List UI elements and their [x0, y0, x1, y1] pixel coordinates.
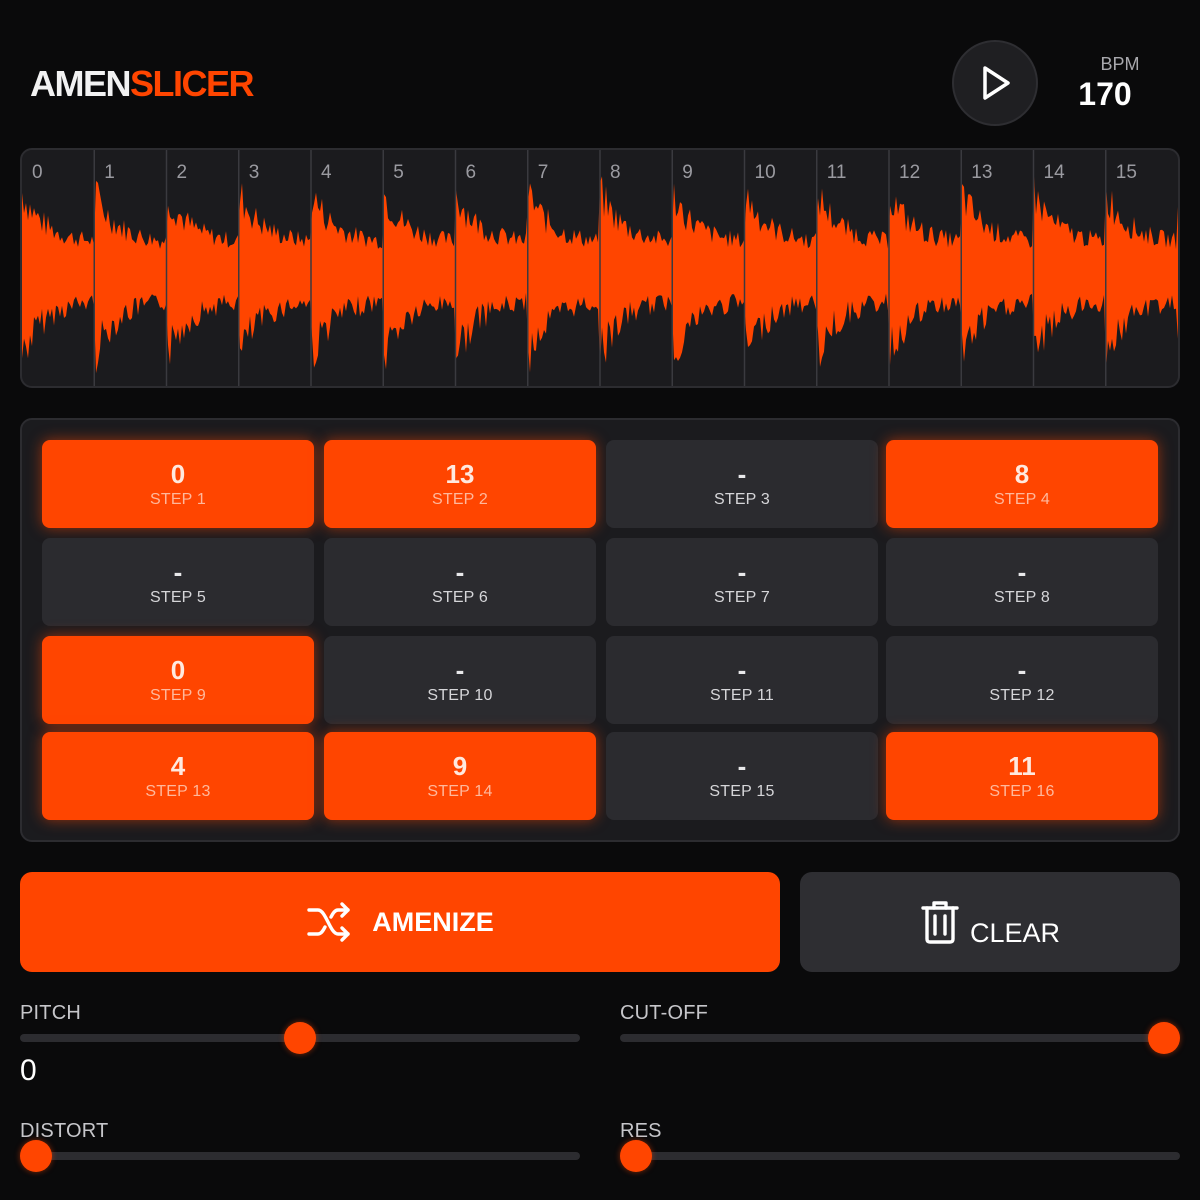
step-sequencer-grid: 0 STEP 1 13 STEP 2 - STEP 3 8 STEP 4 - STEP 5 - STE…	[20, 418, 1180, 842]
slice-label: 1	[104, 162, 115, 183]
bpm-value[interactable]: 170	[1070, 76, 1140, 113]
step-slice-value: -	[737, 655, 747, 685]
step-slice-value: -	[455, 655, 465, 685]
waveform-svg: 0 1 2 3 4 5 6 7 8 9 10 11 12 13 14 15	[22, 150, 1178, 386]
cutoff-label: CUT-OFF	[620, 1002, 709, 1024]
play-button[interactable]	[952, 40, 1038, 126]
pitch-value: 0	[20, 1054, 37, 1087]
step-pad-8[interactable]: - STEP 8	[886, 538, 1158, 626]
step-label: STEP 12	[989, 687, 1055, 704]
step-pad-15[interactable]: - STEP 15	[606, 732, 878, 820]
step-slice-value: -	[455, 557, 465, 587]
res-label: RES	[620, 1120, 662, 1142]
bpm-label: BPM	[1100, 54, 1140, 74]
step-label: STEP 9	[149, 687, 207, 704]
step-slice-value: -	[1017, 557, 1027, 587]
step-pad-2[interactable]: 13 STEP 2	[324, 440, 596, 528]
step-slice-value: -	[737, 557, 747, 587]
step-slice-value: 9	[452, 751, 468, 781]
step-pad-11[interactable]: - STEP 11	[606, 636, 878, 724]
step-slice-value: 13	[445, 459, 475, 489]
waveform-display[interactable]: 0 1 2 3 4 5 6 7 8 9 10 11 12 13 14 15	[20, 148, 1180, 388]
slice-label: 2	[177, 162, 188, 183]
slice-label: 11	[827, 162, 847, 183]
step-pad-12[interactable]: - STEP 12	[886, 636, 1158, 724]
step-pad-14[interactable]: 9 STEP 14	[324, 732, 596, 820]
amenize-button[interactable]: AMENIZE	[20, 872, 780, 972]
pitch-slider-thumb[interactable]	[284, 1022, 316, 1054]
step-label: STEP 16	[989, 783, 1055, 800]
step-pad-9[interactable]: 0 STEP 9	[42, 636, 314, 724]
step-pad-10[interactable]: - STEP 10	[324, 636, 596, 724]
step-label: STEP 13	[145, 783, 211, 800]
step-pad-7[interactable]: - STEP 7	[606, 538, 878, 626]
step-label: STEP 1	[149, 491, 207, 508]
step-slice-value: 0	[170, 655, 186, 685]
distort-slider[interactable]	[20, 1140, 580, 1172]
step-pad-6[interactable]: - STEP 6	[324, 538, 596, 626]
pitch-slider[interactable]	[20, 1022, 580, 1054]
step-pad-1[interactable]: 0 STEP 1	[42, 440, 314, 528]
distort-slider-thumb[interactable]	[20, 1140, 52, 1172]
step-pad-5[interactable]: - STEP 5	[42, 538, 314, 626]
step-label: STEP 6	[431, 589, 489, 606]
step-label: STEP 15	[709, 783, 775, 800]
slice-label: 12	[899, 162, 920, 183]
slice-label: 7	[538, 162, 549, 183]
step-label: STEP 10	[427, 687, 493, 704]
step-pad-13[interactable]: 4 STEP 13	[42, 732, 314, 820]
step-label: STEP 5	[149, 589, 207, 606]
step-label: STEP 4	[993, 491, 1051, 508]
logo-accent: SLICER	[130, 63, 255, 104]
slice-label: 5	[393, 162, 404, 183]
clear-button[interactable]: CLEAR	[800, 872, 1180, 972]
step-label: STEP 2	[431, 491, 489, 508]
step-pad-3[interactable]: - STEP 3	[606, 440, 878, 528]
slice-label: 8	[610, 162, 621, 183]
step-pad-16[interactable]: 11 STEP 16	[886, 732, 1158, 820]
step-slice-value: -	[1017, 655, 1027, 685]
slice-label: 0	[32, 162, 43, 183]
step-slice-value: -	[737, 459, 747, 489]
cutoff-slider-thumb[interactable]	[1148, 1022, 1180, 1054]
logo-primary: AMEN	[30, 63, 132, 104]
app-logo: AMENSLICER	[30, 62, 255, 106]
step-slice-value: 0	[170, 459, 186, 489]
step-label: STEP 8	[993, 589, 1051, 606]
trash-icon	[921, 901, 959, 944]
cutoff-slider[interactable]	[620, 1022, 1180, 1054]
slice-label: 13	[971, 162, 992, 183]
step-slice-value: -	[173, 557, 183, 587]
amenize-label: AMENIZE	[372, 906, 494, 937]
shuffle-icon	[307, 902, 350, 942]
step-slice-value: -	[737, 751, 747, 781]
slice-label: 4	[321, 162, 332, 183]
slice-label: 6	[466, 162, 477, 183]
slice-label: 9	[682, 162, 693, 183]
slice-label: 3	[249, 162, 260, 183]
amen-slicer-app: AMENSLICER BPM 170 0 1 2 3 4 5 6 7 8 9 10 11 12 13 14 1…	[0, 0, 1200, 1200]
slice-label: 10	[755, 162, 776, 183]
play-icon	[983, 66, 1010, 100]
clear-label: CLEAR	[969, 917, 1061, 948]
step-slice-value: 8	[1014, 459, 1030, 489]
step-label: STEP 14	[427, 783, 493, 800]
step-slice-value: 4	[170, 751, 186, 781]
res-slider-thumb[interactable]	[620, 1140, 652, 1172]
slice-label: 14	[1044, 162, 1066, 183]
step-pad-4[interactable]: 8 STEP 4	[886, 440, 1158, 528]
step-label: STEP 11	[710, 687, 774, 704]
step-label: STEP 3	[713, 491, 771, 508]
step-label: STEP 7	[713, 589, 771, 606]
pitch-label: PITCH	[20, 1002, 81, 1024]
res-slider[interactable]	[620, 1140, 1180, 1172]
step-slice-value: 11	[1008, 751, 1036, 781]
slice-label: 15	[1116, 162, 1137, 183]
